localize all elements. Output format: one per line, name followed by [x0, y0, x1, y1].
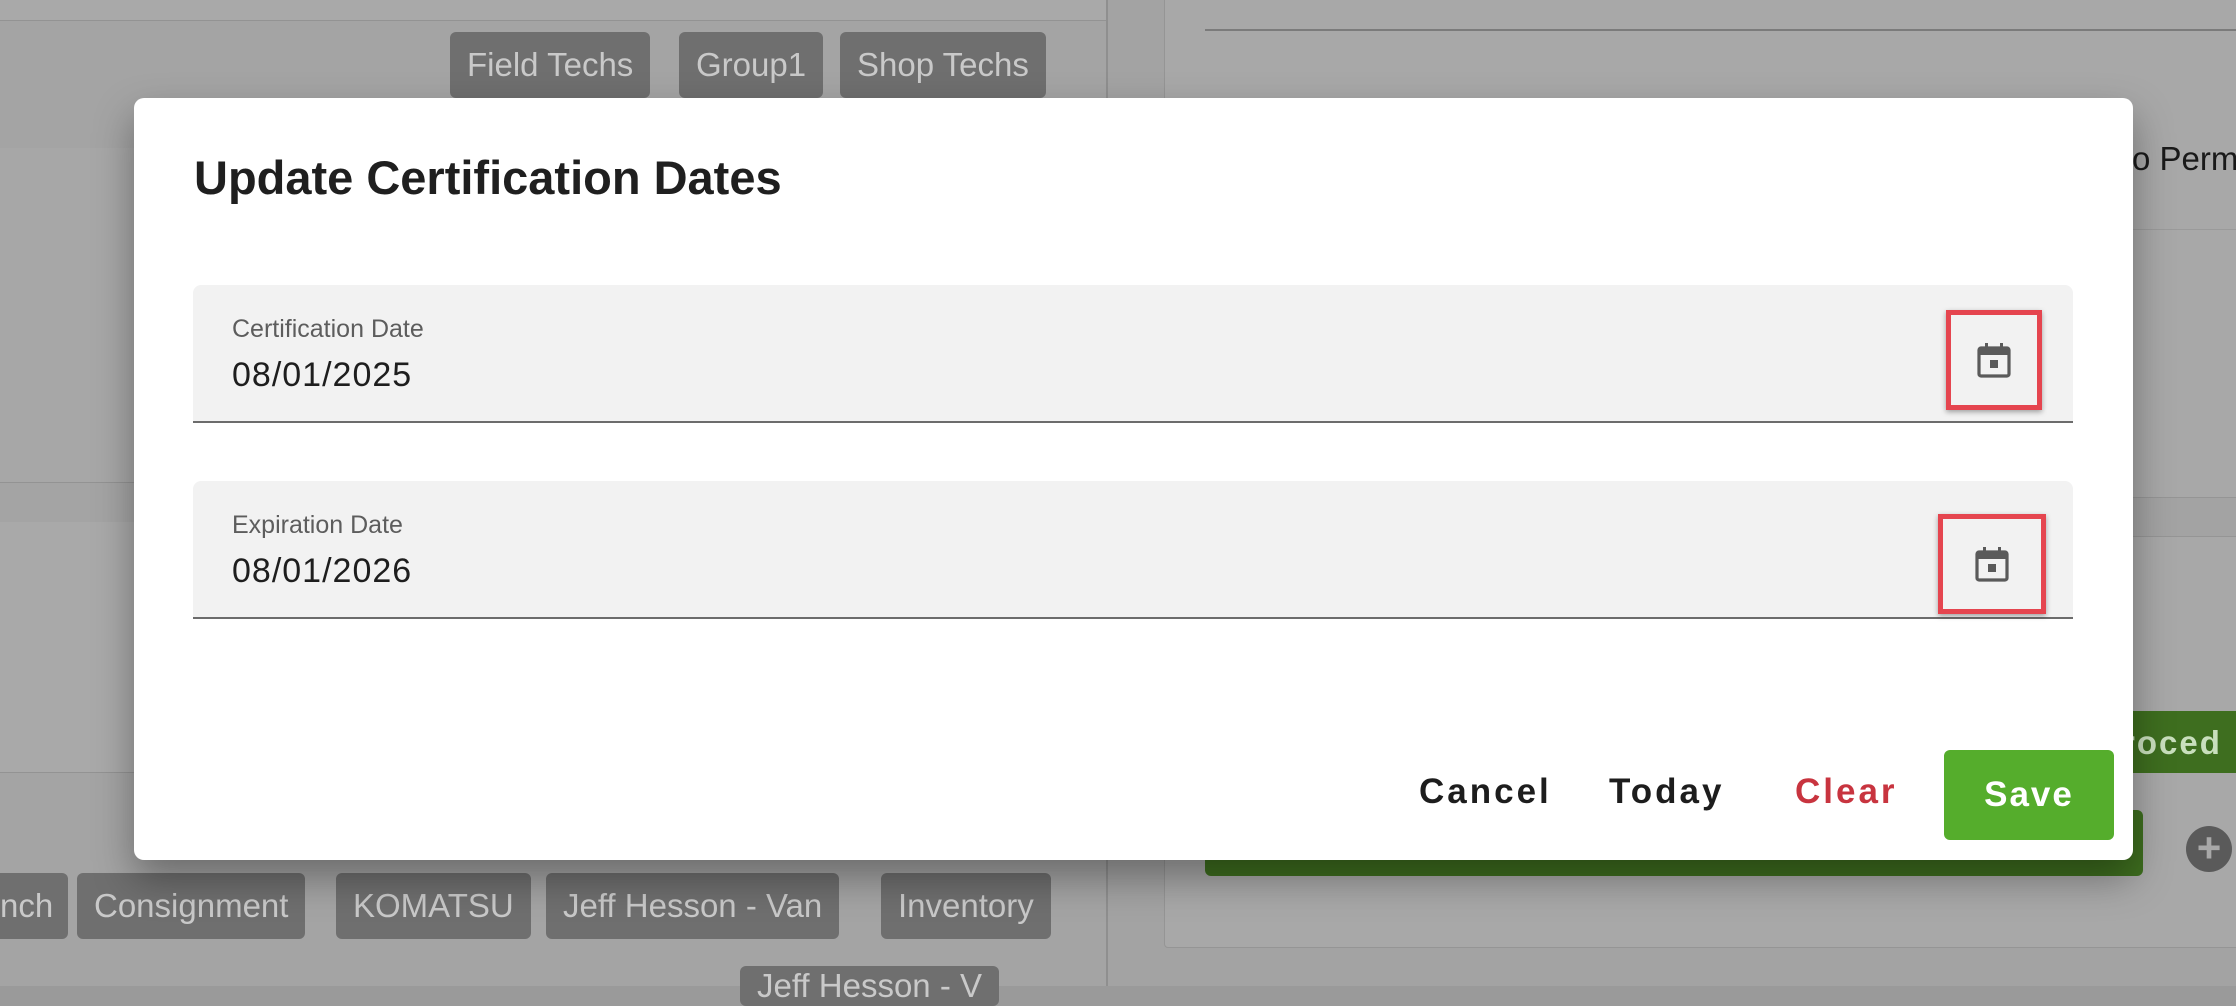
group-chip[interactable]: Shop Techs: [840, 32, 1046, 98]
column-header-partial: o Perm: [2132, 140, 2236, 177]
clear-button[interactable]: Clear: [1795, 772, 1898, 812]
dialog-title: Update Certification Dates: [194, 151, 782, 204]
certification-date-value[interactable]: 08/01/2025: [232, 356, 412, 395]
calendar-icon: [1975, 547, 2009, 582]
calendar-icon: [1977, 343, 2011, 378]
update-certification-dialog: Update Certification Dates Certification…: [134, 98, 2133, 860]
location-chip[interactable]: Jeff Hesson - V: [740, 966, 999, 1006]
expiration-date-value[interactable]: 08/01/2026: [232, 552, 412, 591]
location-chip[interactable]: Jeff Hesson - Van: [546, 873, 840, 939]
location-chip[interactable]: nch: [0, 873, 68, 939]
certification-date-label: Certification Date: [232, 315, 424, 343]
divider: [1205, 29, 2236, 31]
expiration-date-label: Expiration Date: [232, 511, 403, 539]
group-chip[interactable]: Group1: [679, 32, 824, 98]
procedure-button-label: roced: [2122, 724, 2222, 761]
today-button[interactable]: Today: [1609, 772, 1724, 812]
left-card-top: [0, 0, 1106, 21]
certification-date-field[interactable]: Certification Date 08/01/2025: [193, 285, 2073, 423]
cancel-button[interactable]: Cancel: [1419, 772, 1552, 812]
group-chip[interactable]: Field Techs: [450, 32, 651, 98]
save-button[interactable]: Save: [1944, 750, 2114, 840]
location-chip[interactable]: Inventory: [881, 873, 1051, 939]
location-chip[interactable]: Consignment: [77, 873, 306, 939]
plus-icon[interactable]: +: [2186, 826, 2232, 872]
expiration-date-field[interactable]: Expiration Date 08/01/2026: [193, 481, 2073, 619]
expiration-date-picker-button[interactable]: [1938, 514, 2046, 614]
certification-date-picker-button[interactable]: [1946, 310, 2042, 410]
location-chip[interactable]: KOMATSU: [336, 873, 531, 939]
